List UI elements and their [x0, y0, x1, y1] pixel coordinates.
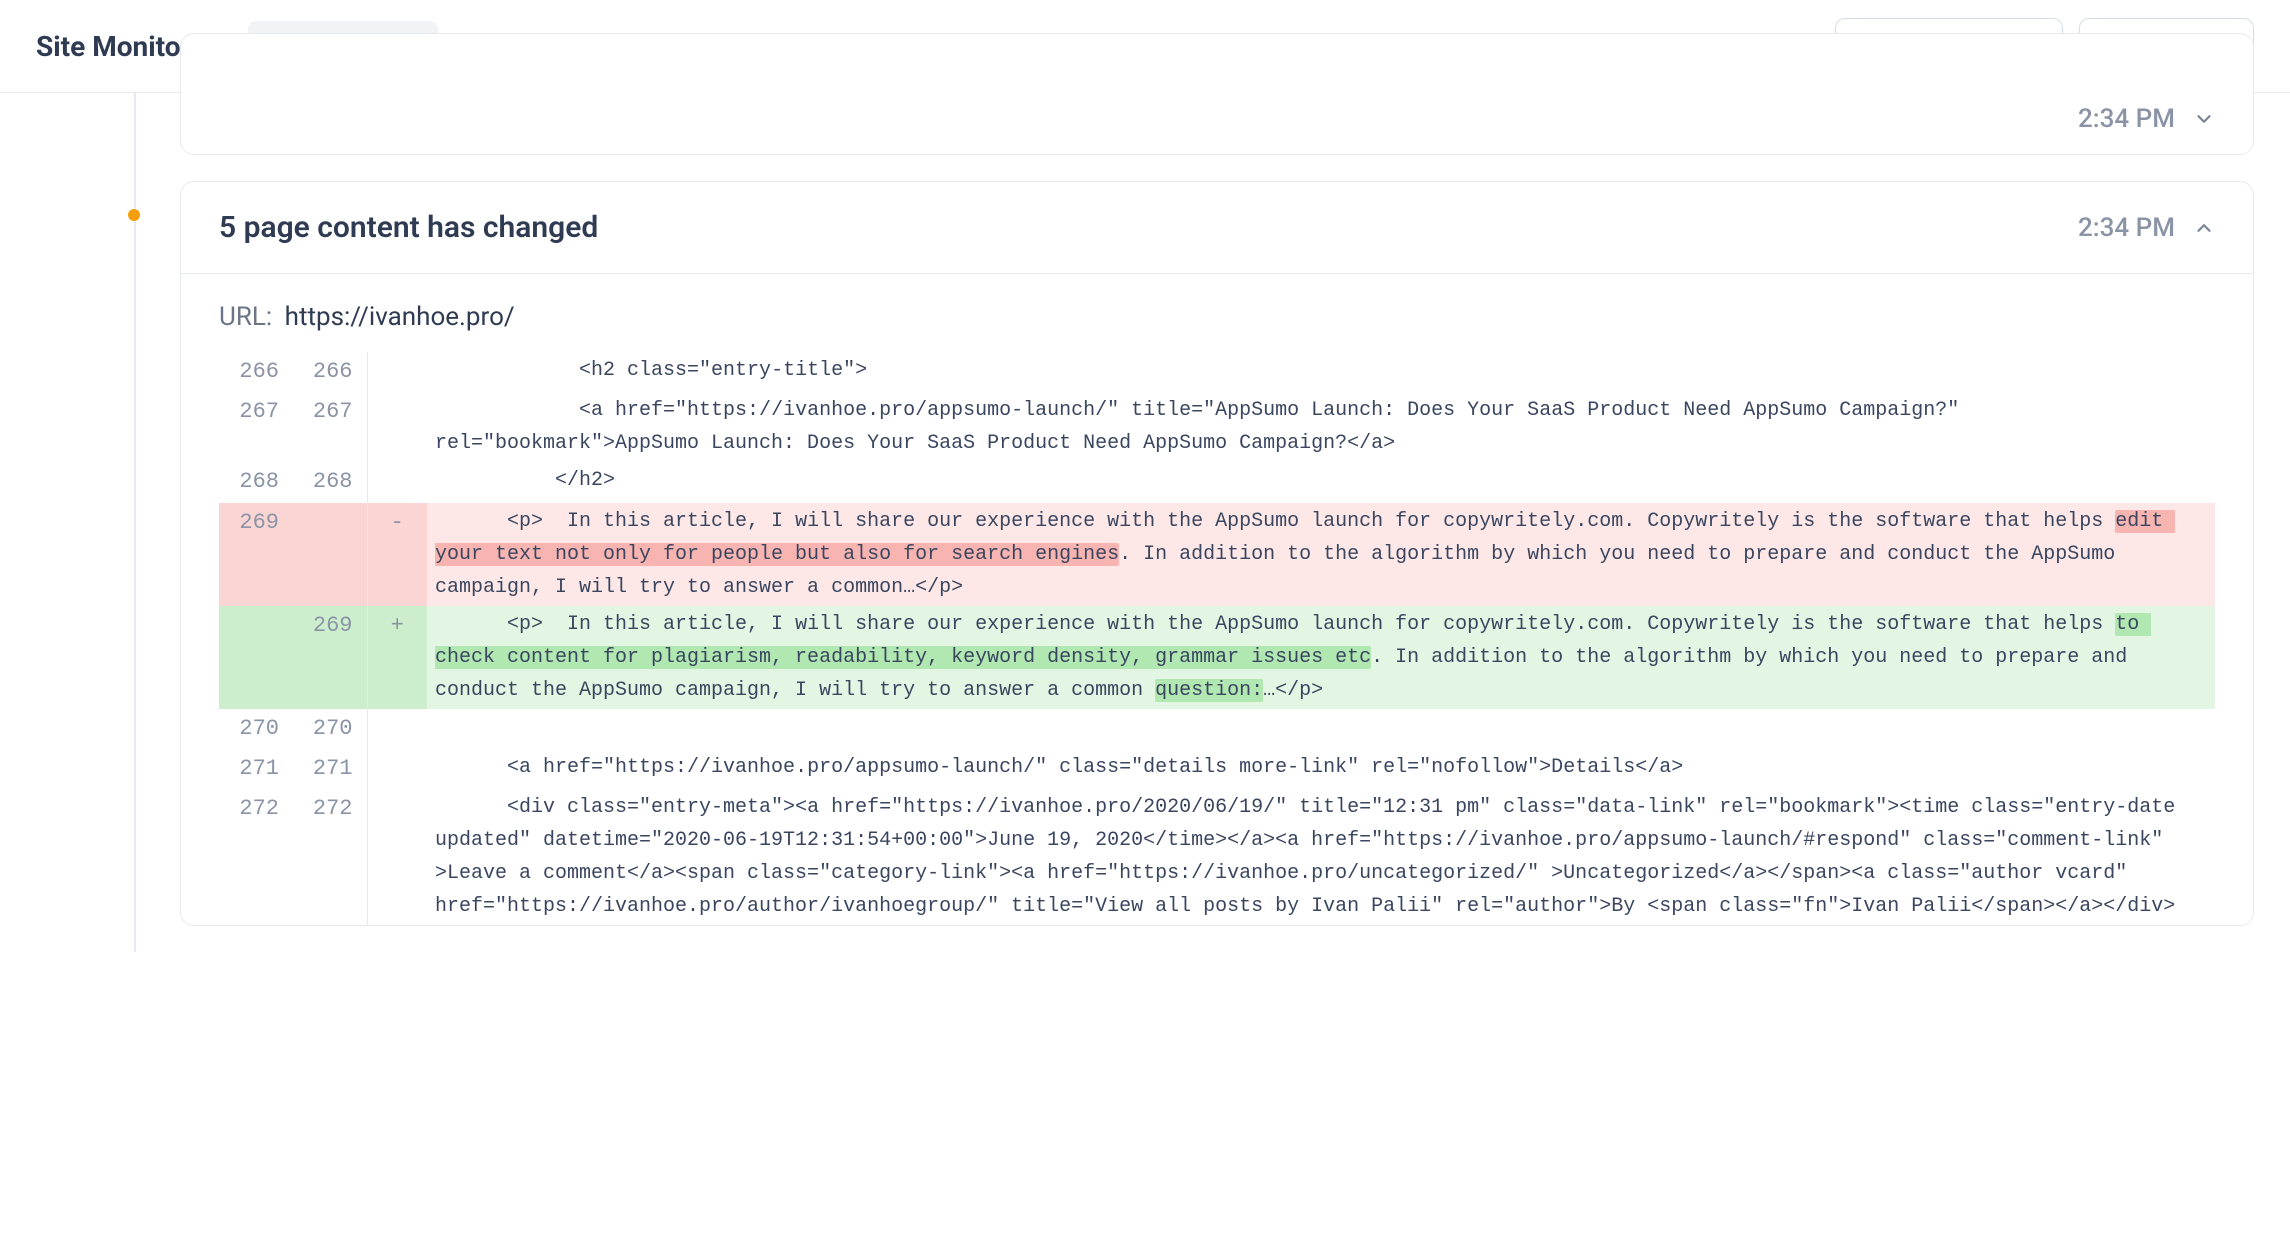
diff-highlight-removed: edit your text not only for people but a…	[435, 510, 2175, 566]
diff-row: 269+ <p> In this article, I will share o…	[219, 606, 2215, 709]
diff-code: <a href="https://ivanhoe.pro/appsumo-lau…	[427, 392, 2215, 462]
previous-card-meta: 2:34 PM	[2078, 104, 2215, 134]
cards-column: 2:34 PM 5 page content has changed 2:34 …	[156, 93, 2290, 952]
url-value: https://ivanhoe.pro/	[285, 302, 515, 332]
diff-row: 268268 </h2>	[219, 462, 2215, 502]
card-title: 5 page content has changed	[219, 210, 598, 245]
diff-marker	[367, 789, 427, 925]
card-header[interactable]: 5 page content has changed 2:34 PM	[181, 182, 2253, 273]
diff-marker: +	[367, 606, 427, 709]
line-number-new: 267	[293, 392, 367, 462]
previous-card-time: 2:34 PM	[2078, 104, 2175, 134]
diff-row: 267267 <a href="https://ivanhoe.pro/apps…	[219, 392, 2215, 462]
line-number-old: 272	[219, 789, 293, 925]
line-number-new: 271	[293, 749, 367, 789]
previous-card-header[interactable]: 2:34 PM	[181, 34, 2253, 154]
line-number-old: 267	[219, 392, 293, 462]
diff-marker	[367, 749, 427, 789]
line-number-new	[293, 503, 367, 606]
url-label: URL:	[219, 302, 272, 332]
line-number-old: 266	[219, 352, 293, 392]
card-meta: 2:34 PM	[2078, 213, 2215, 243]
previous-event-card: 2:34 PM	[180, 33, 2254, 155]
chevron-up-icon[interactable]	[2193, 217, 2215, 239]
diff-code: </h2>	[427, 462, 2215, 502]
line-number-new: 270	[293, 709, 367, 749]
diff-highlight-added: to check content for plagiarism, readabi…	[435, 613, 2151, 669]
diff-row: 272272 <div class="entry-meta"><a href="…	[219, 789, 2215, 925]
diff-marker	[367, 709, 427, 749]
diff-row: 271271 <a href="https://ivanhoe.pro/apps…	[219, 749, 2215, 789]
timeline-marker-icon	[128, 209, 140, 221]
diff-row: 269- <p> In this article, I will share o…	[219, 503, 2215, 606]
diff-highlight-added: question:	[1155, 679, 1263, 702]
card-body: URL: https://ivanhoe.pro/ 266266 <h2 cla…	[181, 274, 2253, 925]
diff-marker	[367, 352, 427, 392]
diff-row: 270270	[219, 709, 2215, 749]
diff-marker: -	[367, 503, 427, 606]
diff-marker	[367, 462, 427, 502]
diff-marker	[367, 392, 427, 462]
content-changed-card: 5 page content has changed 2:34 PM URL: …	[180, 181, 2254, 926]
timeline-column	[36, 93, 156, 952]
diff-code	[427, 709, 2215, 749]
diff-table: 266266 <h2 class="entry-title">267267 <a…	[219, 352, 2215, 925]
line-number-old: 271	[219, 749, 293, 789]
diff-code: <p> In this article, I will share our ex…	[427, 503, 2215, 606]
line-number-old: 268	[219, 462, 293, 502]
url-line: URL: https://ivanhoe.pro/	[219, 302, 2215, 332]
timeline-line	[134, 93, 136, 952]
line-number-old: 270	[219, 709, 293, 749]
main-content: 2:34 PM 5 page content has changed 2:34 …	[0, 93, 2290, 952]
line-number-old: 269	[219, 503, 293, 606]
diff-code: <div class="entry-meta"><a href="https:/…	[427, 789, 2215, 925]
diff-row: 266266 <h2 class="entry-title">	[219, 352, 2215, 392]
line-number-new: 269	[293, 606, 367, 709]
line-number-new: 268	[293, 462, 367, 502]
diff-code: <a href="https://ivanhoe.pro/appsumo-lau…	[427, 749, 2215, 789]
line-number-old	[219, 606, 293, 709]
line-number-new: 272	[293, 789, 367, 925]
diff-code: <p> In this article, I will share our ex…	[427, 606, 2215, 709]
diff-code: <h2 class="entry-title">	[427, 352, 2215, 392]
line-number-new: 266	[293, 352, 367, 392]
chevron-down-icon[interactable]	[2193, 108, 2215, 130]
card-time: 2:34 PM	[2078, 213, 2175, 243]
